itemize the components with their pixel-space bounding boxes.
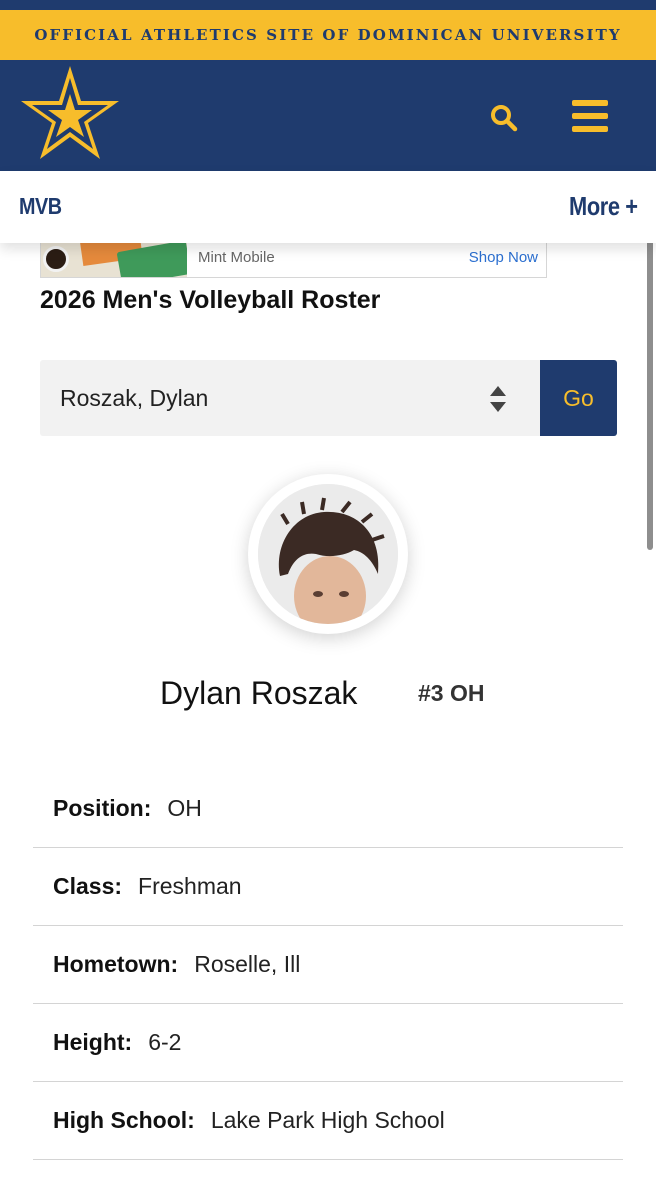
player-select-value: Roszak, Dylan xyxy=(60,385,209,411)
ad-shop-now-link[interactable]: Shop Now xyxy=(469,249,538,266)
ad-image xyxy=(41,240,187,277)
player-headshot-frame xyxy=(248,474,408,634)
bio-row-high-school: High School: Lake Park High School xyxy=(33,1082,623,1160)
bio-row-hometown: Hometown: Roselle, Ill xyxy=(33,926,623,1004)
ad-brand: Mint Mobile xyxy=(198,249,275,266)
player-headshot xyxy=(258,484,398,624)
official-site-banner: OFFICIAL ATHLETICS SITE OF DOMINICAN UNI… xyxy=(0,10,656,60)
go-button-label: Go xyxy=(563,384,594,411)
bio-label: Class: xyxy=(53,873,123,899)
bio-value: Roselle, Ill xyxy=(194,951,301,977)
bio-label: Hometown: xyxy=(53,951,179,977)
sport-nav-link[interactable]: MVB xyxy=(19,193,62,220)
go-button[interactable]: Go xyxy=(540,360,617,436)
advertisement-banner[interactable]: Mint Mobile Shop Now xyxy=(40,240,547,278)
bio-value: 6-2 xyxy=(148,1029,182,1055)
search-icon[interactable] xyxy=(488,102,520,134)
player-select[interactable]: Roszak, Dylan xyxy=(40,360,540,436)
top-rule xyxy=(0,0,656,10)
site-header xyxy=(0,60,656,171)
player-bio-list: Position: OH Class: Freshman Hometown: R… xyxy=(33,770,623,1160)
bio-label: High School: xyxy=(53,1107,195,1133)
bio-value: OH xyxy=(167,795,202,821)
sport-subnav: MVB More + xyxy=(0,171,656,243)
player-number-position: #3 OH xyxy=(418,680,485,706)
star-logo-icon[interactable] xyxy=(18,64,122,162)
bio-value: Freshman xyxy=(138,873,242,899)
bio-row-height: Height: 6-2 xyxy=(33,1004,623,1082)
bio-value: Lake Park High School xyxy=(210,1107,445,1133)
bio-label: Position: xyxy=(53,795,152,821)
select-arrows-icon xyxy=(490,386,506,412)
bio-label: Height: xyxy=(53,1029,133,1055)
player-name: Dylan Roszak xyxy=(160,675,358,711)
bio-row-position: Position: OH xyxy=(33,770,623,848)
bio-row-class: Class: Freshman xyxy=(33,848,623,926)
page-title: 2026 Men's Volleyball Roster xyxy=(40,286,381,314)
banner-text: OFFICIAL ATHLETICS SITE OF DOMINICAN UNI… xyxy=(34,26,622,44)
more-menu-button[interactable]: More + xyxy=(570,191,639,222)
hamburger-menu-icon[interactable] xyxy=(572,100,608,134)
